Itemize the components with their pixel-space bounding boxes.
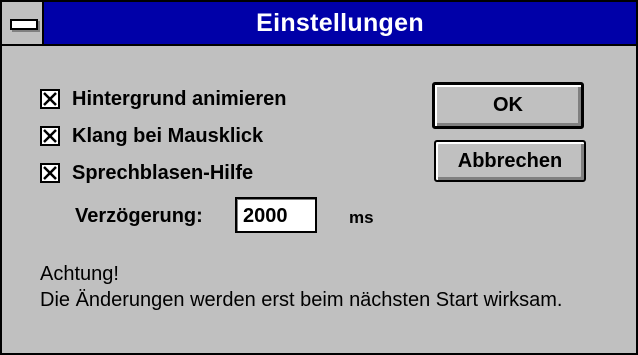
delay-input[interactable]: 2000 xyxy=(235,197,317,233)
delay-label: Verzögerung: xyxy=(75,205,203,227)
animate-background-label: Hintergrund animieren xyxy=(72,87,287,110)
system-menu-button[interactable] xyxy=(2,2,44,44)
cancel-button[interactable]: Abbrechen xyxy=(434,140,586,182)
check-x-icon xyxy=(43,166,57,180)
balloon-help-label: Sprechblasen-Hilfe xyxy=(72,161,254,184)
title-area[interactable]: Einstellungen xyxy=(44,2,636,44)
ok-button[interactable]: OK xyxy=(432,82,584,129)
restart-notice: Achtung! Die Änderungen werden erst beim… xyxy=(40,261,620,313)
check-x-icon xyxy=(43,92,57,106)
system-menu-icon xyxy=(10,19,38,30)
animate-background-checkbox[interactable] xyxy=(40,89,60,109)
delay-unit: ms xyxy=(349,208,374,227)
title-bar: Einstellungen xyxy=(2,2,636,46)
checkbox-row-click-sound[interactable]: Klang bei Mausklick xyxy=(40,123,263,149)
cancel-button-label: Abbrechen xyxy=(457,149,563,172)
click-sound-label: Klang bei Mausklick xyxy=(72,124,264,147)
notice-heading: Achtung! xyxy=(40,263,119,285)
window-title: Einstellungen xyxy=(256,8,424,37)
notice-text: Die Änderungen werden erst beim nächsten… xyxy=(40,289,563,311)
checkbox-row-animate-background[interactable]: Hintergrund animieren xyxy=(40,86,286,112)
ok-button-label: OK xyxy=(493,94,523,116)
click-sound-checkbox[interactable] xyxy=(40,126,60,146)
balloon-help-checkbox[interactable] xyxy=(40,163,60,183)
settings-dialog: Einstellungen Hintergrund animieren Klan… xyxy=(0,0,638,355)
checkbox-row-balloon-help[interactable]: Sprechblasen-Hilfe xyxy=(40,160,253,186)
check-x-icon xyxy=(43,129,57,143)
